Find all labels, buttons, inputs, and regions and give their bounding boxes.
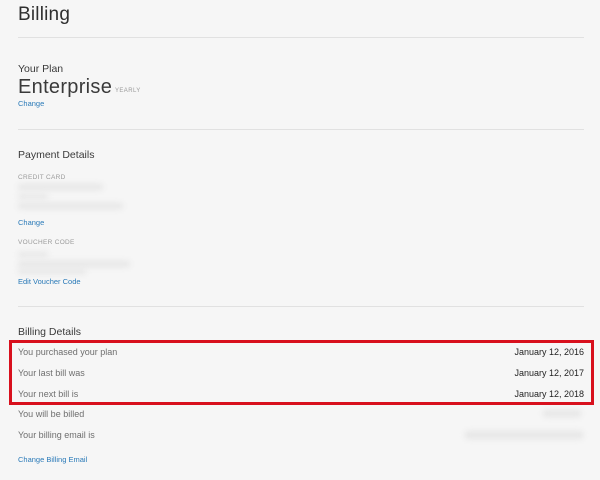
payment-heading: Payment Details [18,149,95,161]
billing-amount-redacted [543,410,581,417]
credit-card-value-redacted [18,194,48,199]
billing-row-label: You will be billed [18,409,85,419]
billing-details-heading: Billing Details [18,326,82,338]
credit-card-label: CREDIT CARD [18,174,66,181]
voucher-code-value-redacted [18,252,48,257]
highlight-box [9,340,594,405]
edit-voucher-code-link[interactable]: Edit Voucher Code [18,277,81,286]
change-card-link[interactable]: Change [18,218,44,227]
billing-row-label: Your billing email is [18,430,95,440]
change-billing-email-link[interactable]: Change Billing Email [18,455,87,464]
plan-name: Enterprise [18,76,113,98]
credit-card-value-redacted [18,184,103,190]
billing-email-redacted [465,431,583,439]
plan-heading: Your Plan [18,63,64,75]
change-plan-link[interactable]: Change [18,99,44,108]
credit-card-value-redacted [18,203,123,209]
billing-row-will-be-billed: You will be billed [18,409,584,423]
divider [18,306,584,307]
voucher-code-label: VOUCHER CODE [18,239,75,246]
voucher-code-value-redacted [18,269,86,274]
plan-period-badge: YEARLY [115,88,141,94]
divider [18,129,584,130]
divider [18,37,584,38]
page-title: Billing [18,4,71,25]
billing-page: Billing Your Plan Enterprise YEARLY Chan… [0,0,600,480]
voucher-code-value-redacted [18,261,130,267]
